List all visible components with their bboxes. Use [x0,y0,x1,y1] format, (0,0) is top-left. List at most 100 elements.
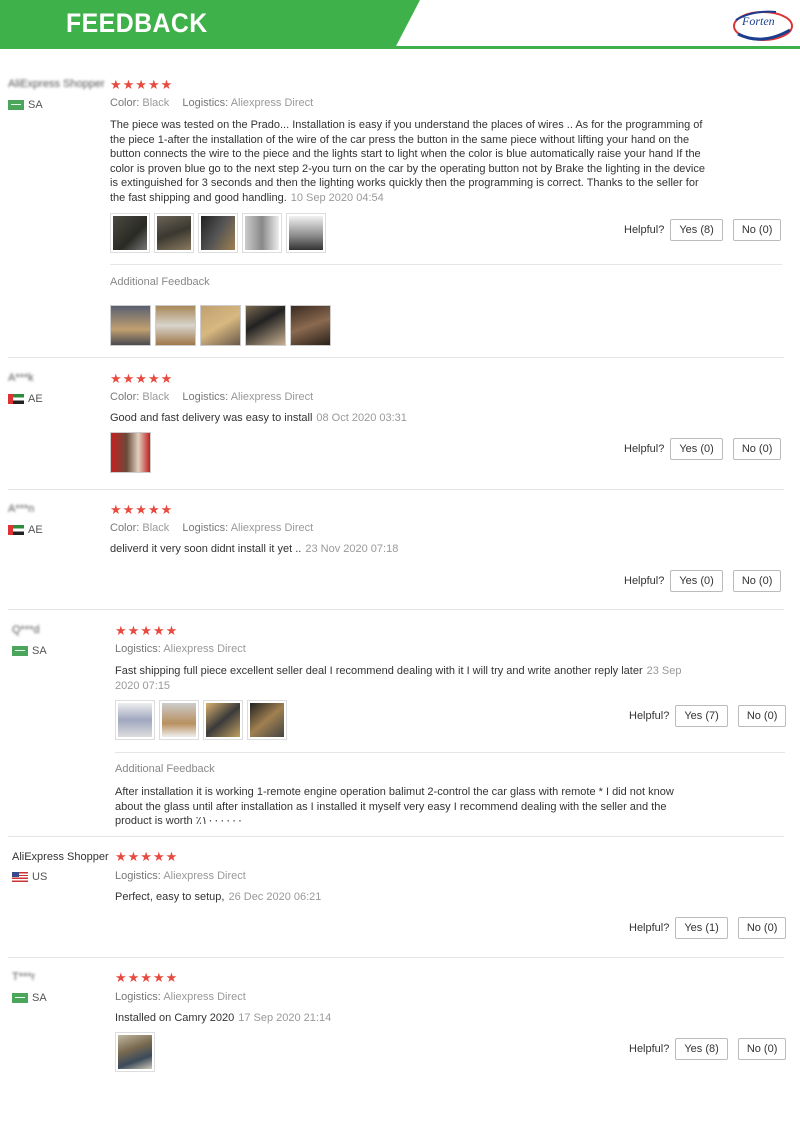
divider [115,752,785,753]
helpful-votes: Helpful? Yes (1) No (0) [629,917,787,939]
review-photo[interactable] [110,432,151,473]
logistics-value: Aliexpress Direct [230,522,314,534]
review-body: The piece was tested on the Prado... Ins… [110,119,705,204]
logistics-label: Logistics: [182,97,229,109]
helpful-votes: Helpful? Yes (8) No (0) [629,1038,787,1060]
star-rating: ★★★★★ [115,970,179,985]
review-photo[interactable] [203,700,243,740]
helpful-no-button[interactable]: No (0) [737,917,787,939]
review-photo[interactable] [110,213,150,253]
helpful-label: Helpful? [629,922,670,934]
review-photo[interactable] [159,700,199,740]
logistics-label: Logistics: [182,391,229,403]
color-label: Color: [110,97,140,109]
review-text: Installed on Camry 2020 17 Sep 2020 21:14 [115,1011,705,1026]
logistics-value: Aliexpress Direct [230,391,314,403]
banner-underline [0,46,800,49]
reviewer-name: AliExpress Shopper [8,78,105,90]
review-photo[interactable] [115,1032,155,1072]
country-code: SA [32,992,47,1004]
reviewer-name: A***k [8,372,34,384]
helpful-no-button[interactable]: No (0) [732,570,782,592]
country-code: US [32,871,48,883]
star-rating: ★★★★★ [110,77,174,92]
logistics-label: Logistics: [115,991,161,1003]
review-text: The piece was tested on the Prado... Ins… [110,118,710,206]
helpful-votes: Helpful? Yes (0) No (0) [624,570,782,592]
feedback-banner: FEEDBACK Forten [0,0,800,52]
color-value: Black [142,391,170,403]
flag-ae-icon [8,394,24,404]
review-separator [8,357,784,358]
review-photo[interactable] [286,213,326,253]
review-body: deliverd it very soon didnt install it y… [110,543,302,555]
star-rating: ★★★★★ [115,849,179,864]
review-photo[interactable] [198,213,238,253]
helpful-label: Helpful? [629,1043,670,1055]
flag-sa-icon [8,100,24,110]
logistics-value: Aliexpress Direct [163,991,246,1003]
review-photo[interactable] [200,305,241,346]
color-label: Color: [110,391,140,403]
color-label: Color: [110,522,140,534]
review-text: Fast shipping full piece excellent selle… [115,664,705,693]
helpful-votes: Helpful? Yes (8) No (0) [624,219,782,241]
review-separator [8,836,784,837]
review-date: 10 Sep 2020 04:54 [290,191,384,204]
logistics-label: Logistics: [182,522,229,534]
additional-photos [110,305,331,346]
review-separator [8,609,784,610]
logistics-label: Logistics: [115,643,161,655]
country-code: SA [32,645,47,657]
banner-title: FEEDBACK [66,8,208,38]
helpful-yes-button[interactable]: Yes (8) [675,1038,728,1060]
review-photo[interactable] [242,213,282,253]
review-body: Fast shipping full piece excellent selle… [115,665,643,677]
helpful-no-button[interactable]: No (0) [737,1038,787,1060]
review-photo[interactable] [154,213,194,253]
reviewer-country: SA [12,645,47,657]
reviewer-name: Q***d [12,624,40,636]
country-code: AE [28,524,43,536]
review-photos [115,700,287,740]
review-text: Perfect, easy to setup, 26 Dec 2020 06:21 [115,890,705,905]
review-meta: Logistics: Aliexpress Direct [115,991,246,1003]
helpful-votes: Helpful? Yes (0) No (0) [624,438,782,460]
helpful-yes-button[interactable]: Yes (7) [675,705,728,727]
review-separator [8,489,784,490]
reviewer-name: A***n [8,503,35,515]
reviewer-country: US [12,871,47,883]
review-text: deliverd it very soon didnt install it y… [110,542,710,557]
logistics-value: Aliexpress Direct [230,97,314,109]
review-separator [8,957,784,958]
logistics-value: Aliexpress Direct [163,643,246,655]
helpful-no-button[interactable]: No (0) [732,219,782,241]
flag-us-icon [12,872,28,882]
helpful-no-button[interactable]: No (0) [732,438,782,460]
review-text: Good and fast delivery was easy to insta… [110,411,710,426]
review-photo[interactable] [155,305,196,346]
reviewer-country: SA [8,99,43,111]
helpful-no-button[interactable]: No (0) [737,705,787,727]
helpful-yes-button[interactable]: Yes (0) [670,570,723,592]
review-meta: Color: Black Logistics: Aliexpress Direc… [110,522,313,534]
helpful-yes-button[interactable]: Yes (0) [670,438,723,460]
review-photo[interactable] [245,305,286,346]
reviewer-country: SA [12,992,47,1004]
helpful-yes-button[interactable]: Yes (1) [675,917,728,939]
helpful-yes-button[interactable]: Yes (8) [670,219,723,241]
brand-logo-text: Forten [742,14,775,28]
divider [110,264,782,265]
review-photo[interactable] [247,700,287,740]
flag-ae-icon [8,525,24,535]
logistics-label: Logistics: [115,870,161,882]
reviewer-country: AE [8,524,43,536]
review-photo[interactable] [115,700,155,740]
helpful-label: Helpful? [624,224,665,236]
star-rating: ★★★★★ [110,371,174,386]
review-photo[interactable] [110,305,151,346]
review-photo[interactable] [290,305,331,346]
flag-sa-icon [12,993,28,1003]
helpful-votes: Helpful? Yes (7) No (0) [629,705,787,727]
review-body: Good and fast delivery was easy to insta… [110,412,313,424]
